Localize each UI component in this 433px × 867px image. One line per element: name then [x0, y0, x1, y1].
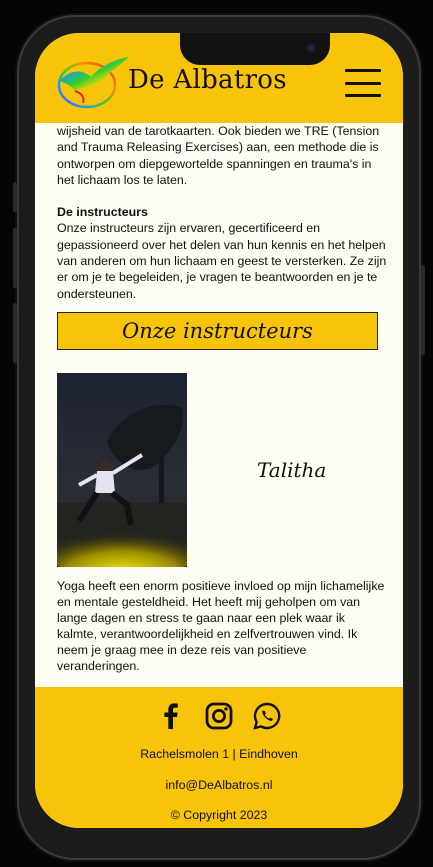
- instagram-icon[interactable]: [204, 701, 234, 731]
- side-button: [13, 228, 17, 288]
- site-footer: Rachelsmolen 1 | Eindhoven info@DeAlbatr…: [35, 687, 403, 828]
- instructor-photo: [57, 373, 187, 567]
- main-content: wijsheid van de tarotkaarten. Ook bieden…: [57, 123, 387, 302]
- instructors-paragraph: Onze instructeurs zijn ervaren, gecertif…: [57, 221, 387, 301]
- instructor-bio: Yoga heeft een enorm positieve invloed o…: [57, 579, 385, 674]
- side-button: [13, 303, 17, 363]
- section-title: Onze instructeurs: [57, 312, 378, 350]
- instructor-name: Talitha: [257, 458, 327, 482]
- brand-name[interactable]: De Albatros: [128, 65, 287, 95]
- albatross-logo-icon[interactable]: [55, 53, 131, 111]
- camera-icon: [307, 44, 315, 52]
- social-links: [35, 701, 403, 731]
- facebook-icon[interactable]: [156, 701, 186, 731]
- footer-email[interactable]: info@DeAlbatros.nl: [35, 778, 403, 792]
- side-button: [13, 182, 17, 212]
- whatsapp-icon[interactable]: [252, 701, 282, 731]
- instructors-heading: De instructeurs: [57, 205, 148, 220]
- screen: De Albatros wijsheid van de tarotkaarten…: [35, 33, 403, 828]
- intro-paragraph: wijsheid van de tarotkaarten. Ook bieden…: [57, 124, 380, 187]
- phone-notch: [180, 33, 330, 65]
- footer-address: Rachelsmolen 1 | Eindhoven: [140, 747, 298, 761]
- hamburger-menu-icon[interactable]: [345, 69, 381, 97]
- footer-copyright: © Copyright 2023: [170, 808, 268, 822]
- side-button: [421, 265, 425, 355]
